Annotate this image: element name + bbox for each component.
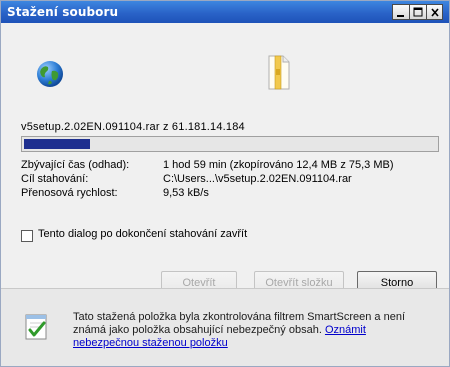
window-controls <box>392 4 443 20</box>
title-bar[interactable]: Stažení souboru <box>1 1 449 23</box>
close-button[interactable] <box>426 4 443 20</box>
maximize-button[interactable] <box>409 4 426 20</box>
download-progress-bar <box>21 136 439 152</box>
time-remaining-label: Zbývající čas (odhad): <box>21 159 130 171</box>
smartscreen-shield-icon <box>25 314 47 340</box>
time-remaining-value: 1 hod 59 min (zkopírováno 12,4 MB z 75,3… <box>163 159 394 171</box>
smartscreen-footer: Tato stažená položka byla zkontrolována … <box>1 289 449 366</box>
document-icon <box>268 55 290 90</box>
download-filename: v5setup.2.02EN.091104.rar z 61.181.14.18… <box>21 121 245 133</box>
window-title: Stažení souboru <box>7 5 119 19</box>
minimize-button[interactable] <box>392 4 409 20</box>
download-dialog: Stažení souboru v5setup.2.02EN.091104.ra… <box>0 0 450 367</box>
close-when-done-checkbox[interactable] <box>21 230 33 242</box>
globe-icon <box>37 61 63 87</box>
dialog-content: v5setup.2.02EN.091104.rar z 61.181.14.18… <box>1 23 449 295</box>
smartscreen-message: Tato stažená položka byla zkontrolována … <box>73 311 433 350</box>
maximize-icon <box>413 7 423 17</box>
target-path: C:\Users...\v5setup.2.02EN.091104.rar <box>163 173 352 185</box>
progress-fill <box>24 139 90 149</box>
minimize-icon <box>397 15 404 17</box>
close-when-done-label[interactable]: Tento dialog po dokončení stahování zavř… <box>38 228 247 240</box>
transfer-rate-value: 9,53 kB/s <box>163 187 209 199</box>
close-icon <box>431 8 439 17</box>
target-label: Cíl stahování: <box>21 173 89 185</box>
transfer-rate-label: Přenosová rychlost: <box>21 187 118 199</box>
